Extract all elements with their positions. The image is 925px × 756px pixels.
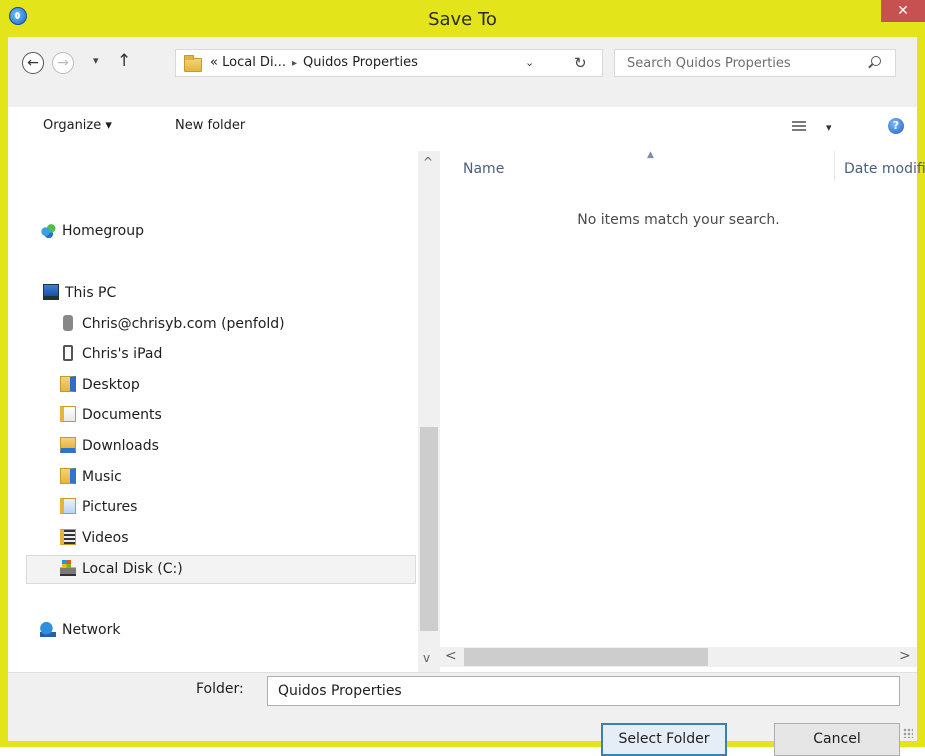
breadcrumb-local-disk[interactable]: Local Di...	[222, 55, 286, 70]
file-list-horizontal-scrollbar[interactable]: < >	[440, 647, 917, 667]
search-icon[interactable]	[871, 56, 881, 66]
sort-ascending-icon: ▲	[647, 150, 654, 160]
column-divider[interactable]	[834, 151, 835, 181]
navigation-pane-scrollbar[interactable]: ^ v	[418, 151, 440, 672]
tree-item-this-pc[interactable]: This PC	[43, 284, 116, 306]
close-button[interactable]: ✕	[881, 0, 925, 22]
tree-item-documents[interactable]: Documents	[60, 406, 162, 428]
tree-item-label: Pictures	[82, 499, 138, 515]
scroll-down-arrow[interactable]: v	[423, 651, 430, 665]
tree-item-label: Desktop	[82, 377, 140, 393]
column-header-date-modified[interactable]: Date modified	[844, 161, 925, 177]
scrollbar-thumb[interactable]	[420, 427, 438, 631]
tree-item-network[interactable]: Network	[40, 621, 120, 643]
tree-item-label: Videos	[82, 530, 129, 546]
pictures-folder-icon	[60, 498, 76, 514]
scroll-up-arrow[interactable]: ^	[423, 155, 433, 169]
address-bar[interactable]: « Local Di... ▸ Quidos Properties ⌄ ↻	[175, 49, 603, 77]
search-input[interactable]	[615, 50, 867, 76]
tree-item-label: Downloads	[82, 438, 159, 454]
folder-label: Folder:	[196, 681, 244, 697]
select-folder-button[interactable]: Select Folder	[601, 723, 727, 756]
breadcrumb-quidos-properties[interactable]: Quidos Properties	[303, 55, 418, 70]
tree-item-music[interactable]: Music	[60, 468, 122, 490]
tree-item-label: Chris's iPad	[82, 346, 163, 362]
cancel-button[interactable]: Cancel	[774, 723, 900, 756]
refresh-button[interactable]: ↻	[574, 54, 587, 72]
tree-item-downloads[interactable]: Downloads	[60, 437, 159, 459]
help-icon[interactable]: ?	[888, 118, 904, 134]
tree-item-label: Chris@chrisyb.com (penfold)	[82, 316, 285, 332]
window-title: Save To	[428, 9, 497, 30]
navigation-bar: ← → ▾ ↑ « Local Di... ▸ Quidos Properties …	[8, 37, 917, 107]
dialog-client-area: ← → ▾ ↑ « Local Di... ▸ Quidos Properties …	[8, 37, 925, 756]
view-options-dropdown[interactable]: ▾	[826, 121, 832, 134]
documents-folder-icon	[60, 406, 76, 422]
navigation-pane: Homegroup This PC Chris@chrisyb.com (pen…	[8, 151, 440, 672]
organize-button[interactable]: Organize ▾	[43, 118, 112, 133]
column-header-name[interactable]: Name	[463, 161, 504, 177]
ipad-icon	[63, 345, 73, 361]
tree-item-label: Network	[62, 622, 121, 638]
folder-field[interactable]	[267, 676, 900, 706]
empty-results-message: No items match your search.	[577, 212, 780, 228]
tree-item-pictures[interactable]: Pictures	[60, 498, 137, 520]
tree-item-label: Documents	[82, 407, 162, 423]
tree-item-videos[interactable]: Videos	[60, 529, 129, 551]
videos-folder-icon	[60, 529, 76, 545]
file-list: ▲ Name Date modified No items match your…	[440, 150, 925, 672]
local-disk-icon	[60, 560, 76, 576]
phone-icon	[63, 315, 73, 331]
scrollbar-thumb[interactable]	[464, 648, 708, 666]
tree-item-homegroup[interactable]: Homegroup	[40, 222, 144, 244]
tree-item-local-disk[interactable]: Local Disk (C:)	[26, 555, 416, 584]
downloads-folder-icon	[60, 437, 76, 453]
tree-item-label: Homegroup	[62, 223, 145, 239]
network-icon	[40, 621, 56, 637]
folder-icon	[184, 55, 202, 72]
tree-item-penfold[interactable]: Chris@chrisyb.com (penfold)	[60, 315, 285, 337]
tree-item-ipad[interactable]: Chris's iPad	[60, 345, 162, 367]
up-one-level-button[interactable]: ↑	[117, 51, 131, 71]
scroll-left-arrow[interactable]: <	[445, 648, 457, 664]
tree-item-desktop[interactable]: Desktop	[60, 376, 140, 398]
address-history-dropdown[interactable]: ⌄	[525, 56, 534, 69]
breadcrumb: « Local Di... ▸ Quidos Properties	[210, 55, 418, 70]
title-bar[interactable]: Save To ✕	[0, 0, 925, 37]
scroll-right-arrow[interactable]: >	[899, 648, 911, 664]
computer-icon	[43, 284, 59, 300]
tree-item-label: This PC	[65, 285, 117, 301]
breadcrumb-separator[interactable]: ▸	[292, 58, 297, 69]
dialog-footer: Folder: Select Folder Cancel	[8, 672, 917, 756]
recent-locations-dropdown[interactable]: ▾	[93, 54, 99, 67]
breadcrumb-overflow[interactable]: «	[210, 55, 218, 70]
desktop-folder-icon	[60, 376, 76, 392]
tree-item-label: Local Disk (C:)	[82, 561, 183, 577]
change-view-icon[interactable]	[792, 121, 806, 133]
resize-grip-icon[interactable]	[903, 728, 913, 738]
new-folder-button[interactable]: New folder	[175, 118, 245, 133]
save-to-dialog: Save To ✕ ← → ▾ ↑ « Local Di... ▸ Quidos P…	[0, 0, 925, 756]
back-button[interactable]: ←	[22, 52, 44, 74]
search-box	[614, 49, 896, 77]
forward-button[interactable]: →	[52, 52, 74, 74]
music-folder-icon	[60, 468, 76, 484]
homegroup-icon	[40, 222, 56, 238]
tree-item-label: Music	[82, 469, 122, 485]
